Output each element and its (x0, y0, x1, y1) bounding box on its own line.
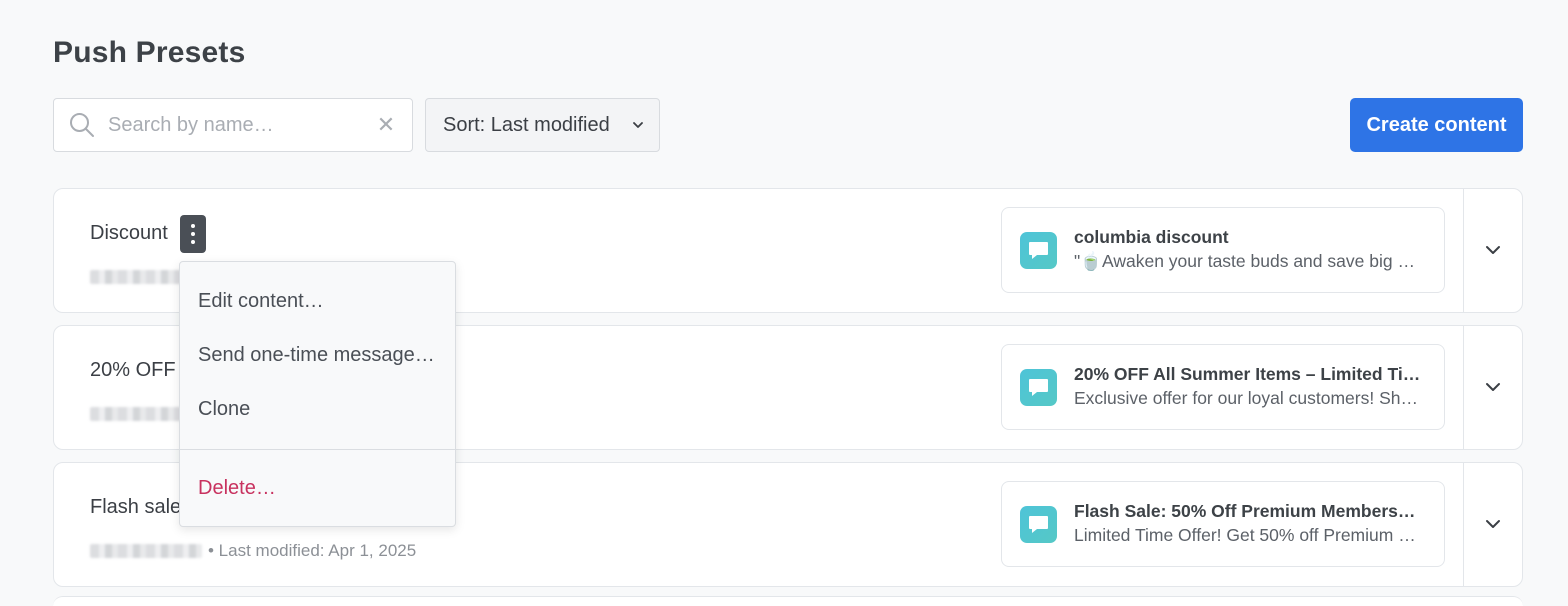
preset-meta: • Last modified: Apr 1, 2025 (90, 540, 416, 562)
create-content-button[interactable]: Create content (1350, 98, 1523, 152)
more-vertical-icon[interactable] (180, 215, 206, 253)
last-modified: • Last modified: Apr 1, 2025 (208, 541, 417, 560)
context-menu: Edit content… Send one-time message… Clo… (179, 261, 456, 527)
preview-body: Exclusive offer for our loyal customers!… (1074, 388, 1424, 408)
chevron-down-icon (633, 122, 643, 128)
preset-name[interactable]: Discount (90, 222, 168, 245)
chevron-down-icon[interactable] (1482, 513, 1504, 535)
search-box[interactable]: ✕ (53, 98, 413, 152)
menu-divider (180, 449, 455, 450)
chevron-down-icon[interactable] (1482, 239, 1504, 261)
chat-bubble-icon (1020, 369, 1057, 406)
menu-item-clone[interactable]: Clone (198, 398, 250, 421)
redacted-id (90, 544, 202, 558)
close-icon[interactable]: ✕ (372, 111, 400, 139)
menu-item-delete[interactable]: Delete… (198, 477, 276, 500)
redacted-id (90, 270, 182, 284)
divider (1463, 326, 1464, 449)
search-icon (70, 113, 94, 137)
push-preview: columbia discount "🍵Awaken your taste bu… (1001, 207, 1445, 293)
page-title: Push Presets (53, 36, 246, 69)
next-card-edge (53, 596, 1523, 606)
preview-title: columbia discount (1074, 227, 1229, 247)
sort-dropdown[interactable]: Sort: Last modified (425, 98, 660, 152)
menu-item-send-one-time-message[interactable]: Send one-time message… (198, 344, 435, 367)
push-preview: Flash Sale: 50% Off Premium Membership. … (1001, 481, 1445, 567)
preset-name[interactable]: Flash sale (90, 496, 181, 519)
preview-body: "🍵Awaken your taste buds and save big on… (1074, 251, 1424, 271)
preset-meta (90, 403, 188, 425)
preview-body: Limited Time Offer! Get 50% off Premium … (1074, 525, 1424, 545)
preview-title: Flash Sale: 50% Off Premium Membership. (1074, 501, 1424, 521)
chat-bubble-icon (1020, 232, 1057, 269)
redacted-id (90, 407, 182, 421)
divider (1463, 463, 1464, 586)
sort-label: Sort: Last modified (443, 113, 610, 136)
chat-bubble-icon (1020, 506, 1057, 543)
divider (1463, 189, 1464, 312)
search-input[interactable] (108, 109, 358, 141)
chevron-down-icon[interactable] (1482, 376, 1504, 398)
push-preview: 20% OFF All Summer Items – Limited Time … (1001, 344, 1445, 430)
menu-item-edit-content[interactable]: Edit content… (198, 290, 324, 313)
preview-title: 20% OFF All Summer Items – Limited Time … (1074, 364, 1424, 384)
preset-name[interactable]: 20% OFF (90, 359, 176, 382)
preset-meta (90, 266, 188, 288)
